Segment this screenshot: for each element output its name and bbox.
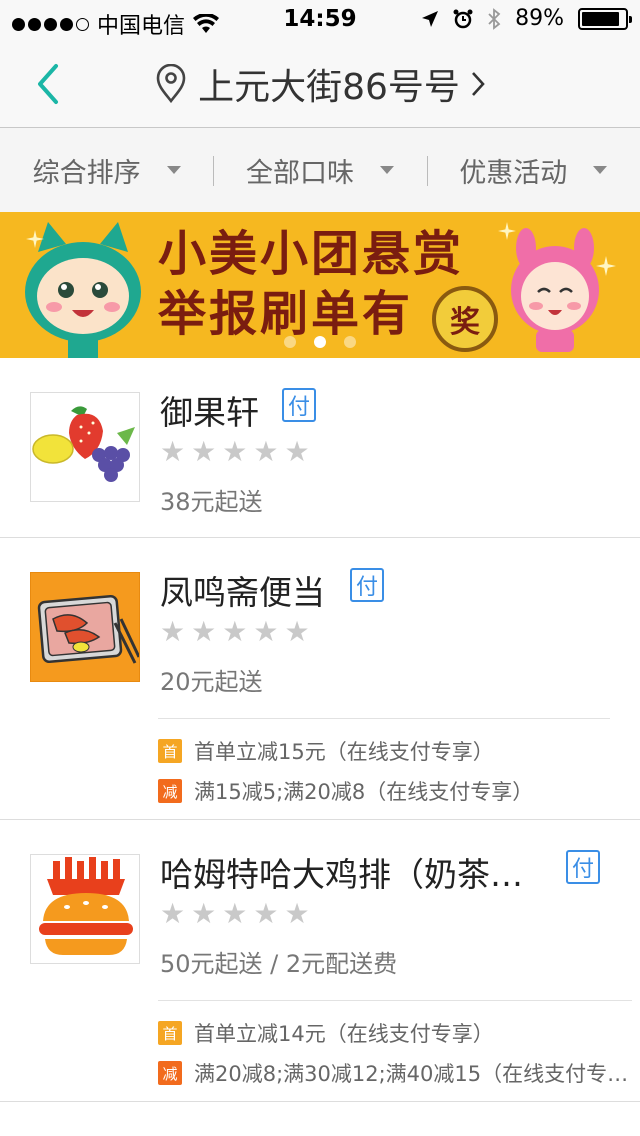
online-pay-badge: 付 (282, 388, 316, 422)
shop-list: 御果轩 付 ★ ★ ★ ★ ★ 38元起送 凤鸣斋便当 付 ★ ★ ★ ★ ★ … (0, 358, 640, 1102)
star-icon: ★ (284, 615, 310, 648)
shop-thumbnail (30, 392, 140, 502)
location-pin-icon (156, 64, 186, 104)
fruit-logo-icon (32, 406, 135, 482)
promo-banner[interactable]: 小美小团悬赏 举报刷单有 奖 (0, 212, 640, 358)
promo-text: 首单立减15元（在线支付专享） (194, 740, 494, 764)
banner-headline: 小美小团悬赏 举报刷单有 (158, 224, 464, 344)
banner-line-2: 举报刷单有 (158, 286, 414, 342)
address-label: 上元大街86号号 (198, 67, 460, 108)
shop-name: 凤鸣斋便当 (160, 573, 325, 612)
filter-sort[interactable]: 综合排序 (0, 128, 213, 212)
promo-first-order: 首 首单立减15元（在线支付专享） (158, 731, 610, 771)
star-icon: ★ (191, 435, 217, 468)
shop-thumbnail (30, 572, 140, 682)
pager-dot[interactable] (314, 336, 326, 348)
battery-icon (578, 7, 632, 30)
shop-thumbnail (30, 854, 140, 964)
shop-name: 哈姆特哈大鸡排（奶茶… (160, 855, 523, 894)
sparkle-icon (596, 256, 616, 276)
star-icon: ★ (253, 615, 279, 648)
star-icon: ★ (160, 897, 186, 930)
rating-stars: ★ ★ ★ ★ ★ (160, 438, 310, 466)
caret-down-icon (379, 166, 394, 174)
min-order-text: 38元起送 (160, 488, 263, 516)
filter-sort-label: 综合排序 (32, 157, 141, 189)
promo-discount: 减 满20减8;满30减12;满40减15（在线支付专… (158, 1053, 632, 1093)
shop-name: 御果轩 (160, 393, 259, 432)
star-icon: ★ (284, 435, 310, 468)
caret-down-icon (593, 166, 608, 174)
star-icon: ★ (222, 435, 248, 468)
star-icon: ★ (160, 615, 186, 648)
filter-bar: 综合排序 全部口味 优惠活动 (0, 128, 640, 212)
address-selector[interactable]: 上元大街86号号 (0, 58, 640, 110)
status-bar: 中国电信 14:59 89% (0, 0, 640, 40)
star-icon: ★ (191, 897, 217, 930)
pager-dot[interactable] (284, 336, 296, 348)
bluetooth-icon (488, 7, 501, 30)
bento-logo-icon (37, 594, 139, 664)
star-icon: ★ (191, 615, 217, 648)
location-arrow-icon (422, 10, 439, 27)
promo-list: 首 首单立减14元（在线支付专享） 减 满20减8;满30减12;满40减15（… (158, 1000, 632, 1093)
star-icon: ★ (253, 897, 279, 930)
star-icon: ★ (284, 897, 310, 930)
sparkle-icon (26, 230, 44, 248)
shop-item[interactable]: 凤鸣斋便当 付 ★ ★ ★ ★ ★ 20元起送 首 首单立减15元（在线支付专享… (0, 538, 640, 820)
filter-promotions[interactable]: 优惠活动 (426, 128, 640, 212)
promo-discount: 减 满15减5;满20减8（在线支付专享） (158, 771, 610, 811)
filter-taste-label: 全部口味 (245, 157, 354, 189)
rating-stars: ★ ★ ★ ★ ★ (160, 618, 310, 646)
star-icon: ★ (253, 435, 279, 468)
promo-text: 满20减8;满30减12;满40减15（在线支付专… (194, 1062, 629, 1086)
status-right: 89% (421, 6, 632, 31)
burger-fries-logo-icon (39, 857, 133, 955)
chevron-right-icon (471, 72, 485, 96)
min-order-text: 20元起送 (160, 668, 263, 696)
promo-first-order: 首 首单立减14元（在线支付专享） (158, 1013, 632, 1053)
promo-text: 首单立减14元（在线支付专享） (194, 1022, 494, 1046)
pager-dot[interactable] (344, 336, 356, 348)
sparkle-icon (498, 222, 516, 240)
promo-list: 首 首单立减15元（在线支付专享） 减 满15减5;满20减8（在线支付专享） (158, 718, 610, 811)
star-icon: ★ (160, 435, 186, 468)
navigation-bar: 上元大街86号号 (0, 40, 640, 128)
caret-down-icon (166, 166, 181, 174)
shop-item[interactable]: 御果轩 付 ★ ★ ★ ★ ★ 38元起送 (0, 358, 640, 538)
min-order-text: 50元起送 / 2元配送费 (160, 950, 398, 978)
battery-level (582, 11, 620, 26)
first-order-tag: 首 (158, 1021, 182, 1045)
discount-tag: 减 (158, 1061, 182, 1085)
alarm-icon (453, 9, 473, 28)
first-order-tag: 首 (158, 739, 182, 763)
shop-item[interactable]: 哈姆特哈大鸡排（奶茶… 付 ★ ★ ★ ★ ★ 50元起送 / 2元配送费 首 … (0, 820, 640, 1102)
battery-percent: 89% (515, 6, 564, 31)
filter-taste[interactable]: 全部口味 (213, 128, 426, 212)
online-pay-badge: 付 (350, 568, 384, 602)
discount-tag: 减 (158, 779, 182, 803)
star-icon: ★ (222, 615, 248, 648)
promo-text: 满15减5;满20减8（在线支付专享） (194, 780, 534, 804)
banner-line-1: 小美小团悬赏 (158, 226, 465, 282)
star-icon: ★ (222, 897, 248, 930)
online-pay-badge: 付 (566, 850, 600, 884)
banner-pager[interactable] (0, 336, 640, 348)
rating-stars: ★ ★ ★ ★ ★ (160, 900, 310, 928)
filter-promotions-label: 优惠活动 (459, 157, 568, 189)
